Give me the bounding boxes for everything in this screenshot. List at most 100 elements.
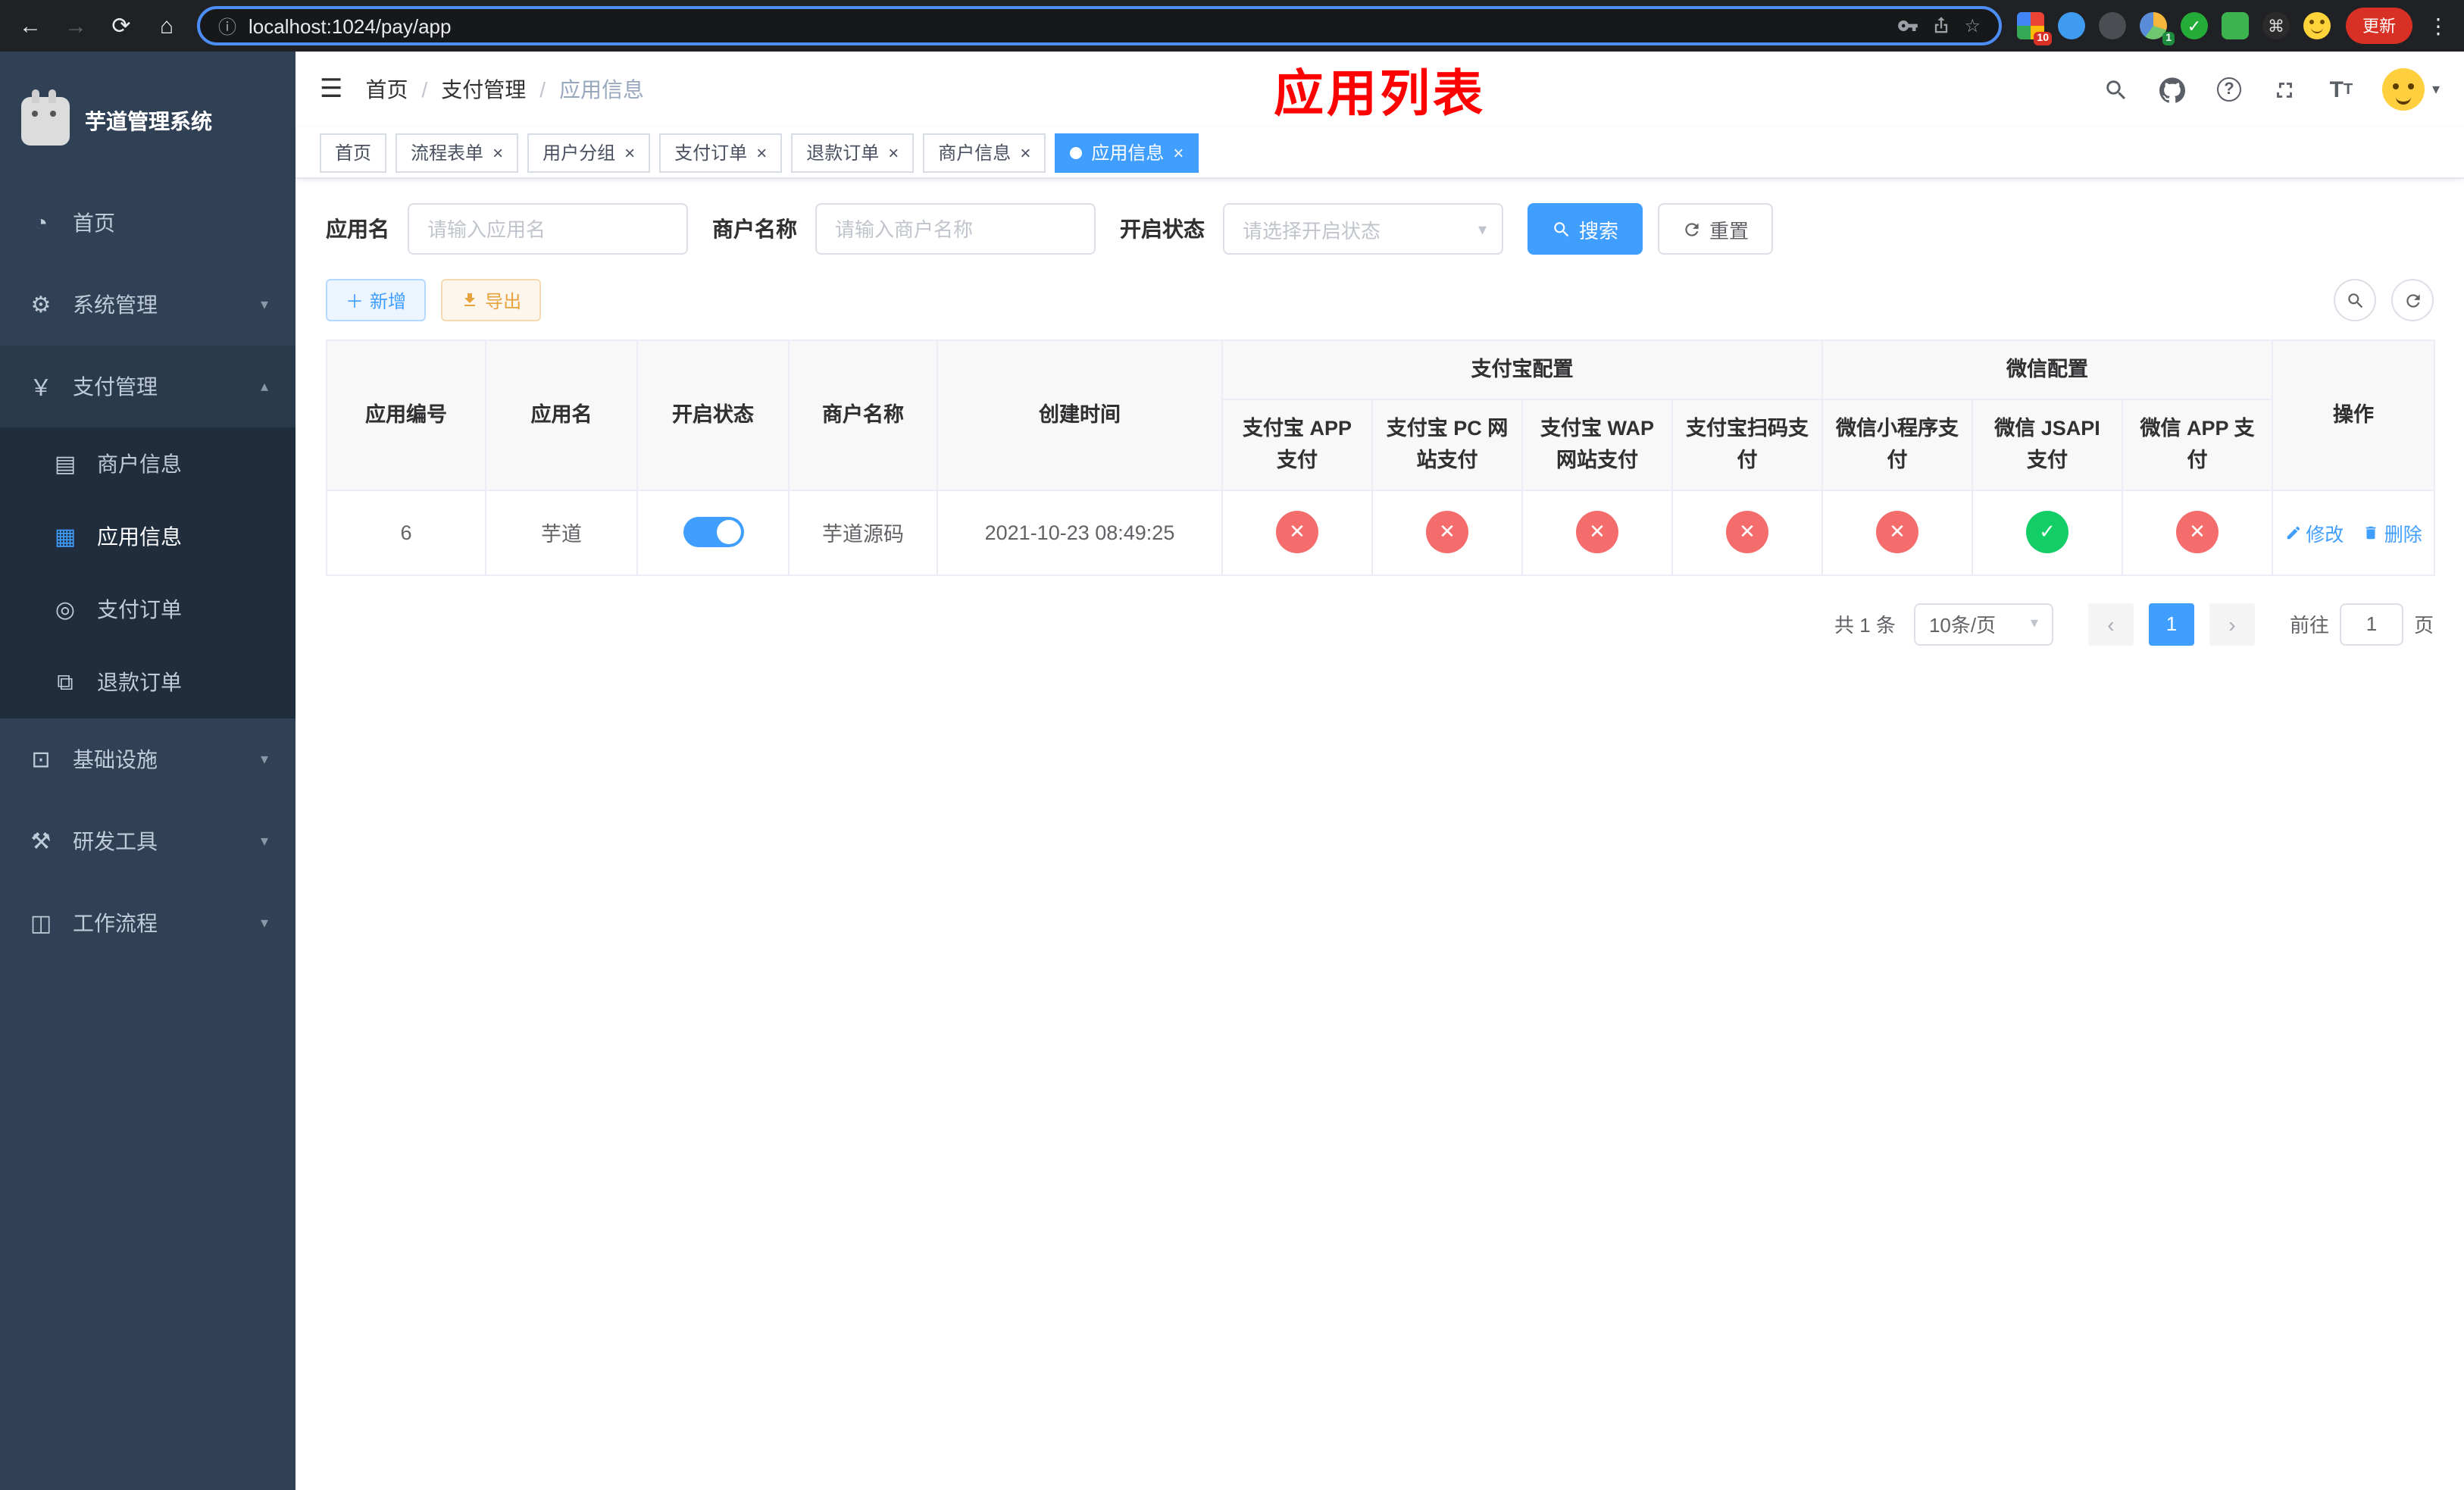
page-size-select[interactable]: 10条/页 ▾ [1913, 603, 2053, 646]
sidebar-item-app-info[interactable]: ▦ 应用信息 [0, 500, 295, 573]
extension-grid-icon[interactable]: 10 [2017, 12, 2052, 45]
browser-reload-icon[interactable]: ⟳ [106, 12, 136, 39]
wechat-jsapi-status-icon: ✓ [2026, 511, 2068, 554]
browser-home-icon[interactable]: ⌂ [152, 13, 182, 39]
breadcrumb-payment[interactable]: 支付管理 [441, 74, 526, 105]
workflow-icon: ◫ [30, 911, 52, 937]
export-button[interactable]: 导出 [441, 279, 542, 321]
extension-knot-icon[interactable]: ⌘ [2262, 12, 2290, 39]
sidebar-item-refund-orders[interactable]: ⧉ 退款订单 [0, 646, 295, 718]
grid-icon: ▦ [54, 524, 77, 550]
sidebar-item-label: 首页 [73, 211, 115, 235]
address-bar[interactable]: ⓘ localhost:1024/pay/app ☆ [197, 6, 2002, 45]
table-toolbar: ＋ 新增 导出 [326, 279, 2434, 321]
col-wechat-app: 微信 APP 支付 [2121, 399, 2274, 491]
status-select-placeholder: 请选择开启状态 [1243, 219, 1381, 242]
next-page-button[interactable]: › [2209, 603, 2255, 646]
tab-app-info[interactable]: 应用信息 × [1055, 133, 1199, 172]
tab-merchant-info[interactable]: 商户信息 × [923, 133, 1046, 172]
alipay-app-status-icon: ✕ [1276, 511, 1318, 554]
extension-blue-icon[interactable] [2058, 12, 2085, 39]
application-window: ← → ⟳ ⌂ ⓘ localhost:1024/pay/app ☆ 10 1 … [0, 0, 2464, 1490]
extension-badge: 10 [2034, 32, 2052, 45]
refresh-icon [2406, 293, 2419, 307]
extension-avatar-icon[interactable]: 1 [2140, 12, 2175, 45]
browser-back-icon[interactable]: ← [15, 13, 45, 39]
browser-update-button[interactable]: 更新 [2346, 8, 2412, 44]
sidebar-item-workflow[interactable]: ◫ 工作流程 ▾ [0, 882, 295, 964]
tab-process-form[interactable]: 流程表单 × [396, 133, 519, 172]
wechat-app-status-icon: ✕ [2176, 511, 2219, 554]
close-icon[interactable]: × [624, 143, 635, 161]
extension-dark-icon[interactable] [2099, 12, 2126, 39]
browser-forward-icon[interactable]: → [61, 13, 91, 39]
edit-link[interactable]: 修改 [2284, 518, 2344, 547]
avatar[interactable] [2381, 68, 2425, 111]
sidebar-item-home[interactable]: ◔ 首页 [0, 182, 295, 264]
status-label: 开启状态 [1120, 217, 1205, 241]
delete-link[interactable]: 删除 [2363, 518, 2422, 547]
total-count: 共 1 条 [1834, 614, 1896, 637]
sidebar-item-payment[interactable]: ￥ 支付管理 ▴ [0, 346, 295, 427]
alipay-qr-status-icon: ✕ [1726, 511, 1768, 554]
refresh-table-button[interactable] [2391, 279, 2434, 321]
col-alipay-pc: 支付宝 PC 网站支付 [1371, 399, 1523, 491]
close-icon[interactable]: × [888, 143, 899, 161]
status-toggle[interactable] [683, 517, 743, 548]
app-name-input[interactable] [408, 203, 688, 255]
url-text[interactable]: localhost:1024/pay/app [249, 14, 1885, 37]
close-icon[interactable]: × [492, 143, 503, 161]
share-icon[interactable] [1931, 15, 1952, 36]
reset-button[interactable]: 重置 [1658, 203, 1774, 255]
refund-icon: ⧉ [57, 669, 73, 695]
goto-page-input[interactable] [2339, 603, 2403, 646]
help-icon[interactable]: ? [2214, 74, 2244, 105]
sidebar-item-label: 基础设施 [73, 747, 158, 772]
page-content: 应用名 商户名称 开启状态 请选择开启状态 ▾ [295, 179, 2464, 1490]
extension-chat-icon[interactable] [2222, 12, 2249, 39]
app-logo-link[interactable]: 芋道管理系统 [0, 52, 295, 170]
tab-user-group[interactable]: 用户分组 × [527, 133, 651, 172]
cell-app-id: 6 [326, 489, 486, 576]
sidebar-item-merchant-info[interactable]: ▤ 商户信息 [0, 427, 295, 500]
site-info-icon[interactable]: ⓘ [218, 13, 236, 39]
sidebar-toggle-icon[interactable]: ☰ [320, 74, 343, 105]
add-button[interactable]: ＋ 新增 [326, 279, 427, 321]
browser-menu-icon[interactable]: ⋮ [2428, 13, 2449, 39]
close-icon[interactable]: × [1173, 143, 1184, 161]
top-navbar: ☰ 首页 / 支付管理 / 应用信息 应用列表 ? TT ▾ [295, 52, 2464, 127]
tab-payment-orders[interactable]: 支付订单 × [659, 133, 783, 172]
col-app-id: 应用编号 [326, 340, 486, 491]
cell-app-name: 芋道 [485, 489, 638, 576]
tab-refund-orders[interactable]: 退款订单 × [791, 133, 915, 172]
page-title: 应用列表 [1274, 65, 1486, 121]
fullscreen-icon[interactable] [2270, 74, 2300, 105]
extension-green-check-icon[interactable]: ✓ [2181, 12, 2208, 39]
col-ops: 操作 [2272, 340, 2436, 491]
sidebar-item-system[interactable]: ⚙ 系统管理 ▾ [0, 264, 295, 346]
tools-icon: ⚒ [30, 829, 52, 855]
sidebar-item-infrastructure[interactable]: ⊡ 基础设施 ▾ [0, 718, 295, 800]
merchant-name-input[interactable] [815, 203, 1096, 255]
bookmark-star-icon[interactable]: ☆ [1964, 15, 1981, 36]
extension-emoji-icon[interactable] [2303, 12, 2331, 39]
prev-page-button[interactable]: ‹ [2087, 603, 2134, 646]
close-icon[interactable]: × [1020, 143, 1030, 161]
font-size-icon[interactable]: TT [2326, 74, 2356, 105]
search-icon[interactable] [2102, 74, 2132, 105]
github-icon[interactable] [2158, 74, 2188, 105]
toggle-search-button[interactable] [2334, 279, 2376, 321]
user-menu[interactable]: ▾ [2381, 68, 2440, 111]
sidebar-item-payment-orders[interactable]: ◎ 支付订单 [0, 573, 295, 646]
breadcrumb-current: 应用信息 [559, 77, 645, 102]
status-select[interactable]: 请选择开启状态 ▾ [1223, 203, 1503, 255]
chevron-down-icon: ▾ [260, 751, 268, 768]
tab-home[interactable]: 首页 [320, 133, 387, 172]
sidebar-item-dev-tools[interactable]: ⚒ 研发工具 ▾ [0, 800, 295, 882]
close-icon[interactable]: × [756, 143, 767, 161]
page-1-button[interactable]: 1 [2148, 603, 2194, 646]
password-key-icon[interactable] [1897, 15, 1918, 36]
extension-badge-green: 1 [2162, 32, 2175, 45]
breadcrumb-home[interactable]: 首页 [366, 74, 408, 105]
search-button[interactable]: 搜索 [1527, 203, 1643, 255]
